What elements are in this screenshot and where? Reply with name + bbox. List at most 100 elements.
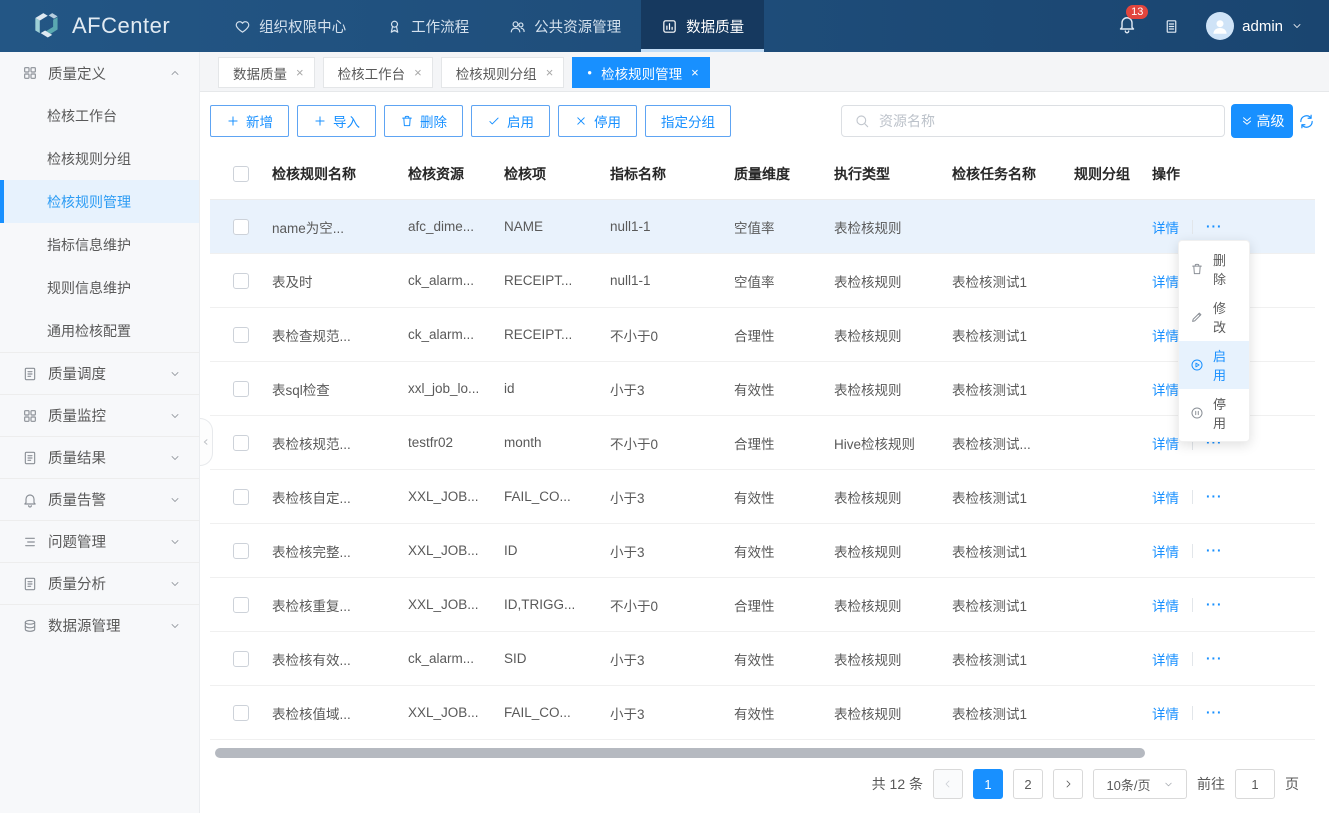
more-actions-button[interactable]: ··· (1206, 651, 1223, 666)
db-icon (22, 618, 38, 634)
user-name: admin (1242, 18, 1283, 35)
row-checkbox[interactable] (233, 381, 249, 397)
search-input[interactable]: 资源名称 (841, 105, 1225, 137)
toolbar-button-3[interactable]: 启用 (471, 105, 550, 137)
chevdown-icon (169, 620, 181, 632)
sidebar-item-0-2[interactable]: 检核规则管理 (0, 180, 199, 223)
detail-link[interactable]: 详情 (1152, 379, 1179, 399)
row-checkbox[interactable] (233, 543, 249, 559)
tab-close-icon[interactable]: × (414, 65, 422, 80)
goto-page-input[interactable] (1235, 769, 1275, 799)
sidebar-item-0-5[interactable]: 通用检核配置 (0, 309, 199, 352)
sidebar-group-4[interactable]: 质量告警 (0, 478, 199, 520)
context-menu-item-1[interactable]: 修改 (1179, 293, 1249, 341)
more-actions-button[interactable]: ··· (1206, 219, 1223, 234)
user-menu[interactable]: admin (1206, 12, 1303, 40)
column-header[interactable]: 规则分组 (1074, 148, 1152, 199)
sidebar-collapse-handle[interactable] (200, 418, 213, 466)
page-button-2[interactable]: 2 (1013, 769, 1043, 799)
sidebar-group-0[interactable]: 质量定义 (0, 52, 199, 94)
toolbar-button-1[interactable]: 导入 (297, 105, 376, 137)
detail-link[interactable]: 详情 (1152, 271, 1179, 291)
sidebar-group-6[interactable]: 质量分析 (0, 562, 199, 604)
column-header[interactable]: 检核项 (504, 148, 610, 199)
tab-close-icon[interactable]: × (691, 65, 699, 80)
column-header[interactable]: 检核规则名称 (272, 148, 408, 199)
column-header[interactable]: 操作 (1152, 148, 1315, 199)
context-menu-item-3[interactable]: 停用 (1179, 389, 1249, 437)
more-actions-button[interactable]: ··· (1206, 597, 1223, 612)
detail-link[interactable]: 详情 (1152, 487, 1179, 507)
doc-icon (22, 576, 38, 592)
more-actions-button[interactable]: ··· (1206, 543, 1223, 558)
more-actions-button[interactable]: ··· (1206, 489, 1223, 504)
nav-item-0[interactable]: 组织权限中心 (214, 0, 366, 52)
refresh-icon[interactable] (1298, 113, 1315, 130)
sidebar-group-7[interactable]: 数据源管理 (0, 604, 199, 646)
brand[interactable]: AFCenter (0, 10, 214, 42)
column-header[interactable]: 执行类型 (834, 148, 952, 199)
advanced-search-button[interactable]: 高级 (1231, 104, 1293, 138)
nav-item-1[interactable]: 工作流程 (366, 0, 489, 52)
document-icon[interactable] (1163, 18, 1180, 35)
row-checkbox[interactable] (233, 327, 249, 343)
tab-3[interactable]: ● 检核规则管理 × (572, 57, 709, 88)
toolbar-button-2[interactable]: 删除 (384, 105, 463, 137)
chevdown-icon (169, 410, 181, 422)
row-checkbox[interactable] (233, 705, 249, 721)
detail-link[interactable]: 详情 (1152, 433, 1179, 453)
column-header[interactable]: 检核资源 (408, 148, 504, 199)
detail-link[interactable]: 详情 (1152, 325, 1179, 345)
sidebar-item-0-3[interactable]: 指标信息维护 (0, 223, 199, 266)
sidebar-group-2[interactable]: 质量监控 (0, 394, 199, 436)
next-page-button[interactable] (1053, 769, 1083, 799)
detail-link[interactable]: 详情 (1152, 649, 1179, 669)
top-navbar: AFCenter 组织权限中心 工作流程 公共资源管理 数据质量 13 admi… (0, 0, 1329, 52)
tab-close-icon[interactable]: × (296, 65, 304, 80)
row-checkbox[interactable] (233, 651, 249, 667)
column-header[interactable]: 检核任务名称 (952, 148, 1074, 199)
detail-link[interactable]: 详情 (1152, 703, 1179, 723)
tab-2[interactable]: 检核规则分组 × (441, 57, 565, 88)
detail-link[interactable]: 详情 (1152, 541, 1179, 561)
column-header[interactable]: 指标名称 (610, 148, 734, 199)
page-button-1[interactable]: 1 (973, 769, 1003, 799)
nav-item-2[interactable]: 公共资源管理 (489, 0, 641, 52)
select-all-checkbox[interactable] (233, 166, 249, 182)
sidebar-group-5[interactable]: 问题管理 (0, 520, 199, 562)
column-header[interactable]: 质量维度 (734, 148, 834, 199)
context-menu-item-2[interactable]: 启用 (1179, 341, 1249, 389)
context-menu-item-0[interactable]: 删除 (1179, 245, 1249, 293)
sidebar-item-0-0[interactable]: 检核工作台 (0, 94, 199, 137)
row-checkbox[interactable] (233, 273, 249, 289)
detail-link[interactable]: 详情 (1152, 217, 1179, 237)
toolbar-button-5[interactable]: 指定分组 (645, 105, 731, 137)
sidebar-group-1[interactable]: 质量调度 (0, 352, 199, 394)
detail-link[interactable]: 详情 (1152, 595, 1179, 615)
page-size-select[interactable]: 10条/页 (1093, 769, 1187, 799)
sidebar-item-0-4[interactable]: 规则信息维护 (0, 266, 199, 309)
tab-1[interactable]: 检核工作台 × (323, 57, 433, 88)
prev-page-button[interactable] (933, 769, 963, 799)
sidebar-item-0-1[interactable]: 检核规则分组 (0, 137, 199, 180)
pagination-total: 共 12 条 (872, 774, 923, 794)
table-row: 表sql检查 xxl_job_lo... id 小于3 有效性 表检核规则 表检… (210, 362, 1315, 416)
row-checkbox[interactable] (233, 435, 249, 451)
more-actions-button[interactable]: ··· (1206, 705, 1223, 720)
tab-close-icon[interactable]: × (546, 65, 554, 80)
notification-bell-button[interactable]: 13 (1117, 14, 1137, 39)
row-checkbox[interactable] (233, 597, 249, 613)
row-checkbox[interactable] (233, 489, 249, 505)
toolbar-button-4[interactable]: 停用 (558, 105, 637, 137)
play-icon (1190, 358, 1204, 372)
pagination: 共 12 条 12 10条/页 (210, 758, 1315, 810)
sidebar-group-3[interactable]: 质量结果 (0, 436, 199, 478)
doc-icon (22, 450, 38, 466)
nav-item-3[interactable]: 数据质量 (641, 0, 764, 52)
tab-0[interactable]: 数据质量 × (218, 57, 315, 88)
award-icon (386, 18, 403, 35)
row-checkbox[interactable] (233, 219, 249, 235)
scrollbar-thumb[interactable] (215, 748, 1145, 758)
toolbar-button-0[interactable]: 新增 (210, 105, 289, 137)
check-icon (487, 114, 501, 128)
